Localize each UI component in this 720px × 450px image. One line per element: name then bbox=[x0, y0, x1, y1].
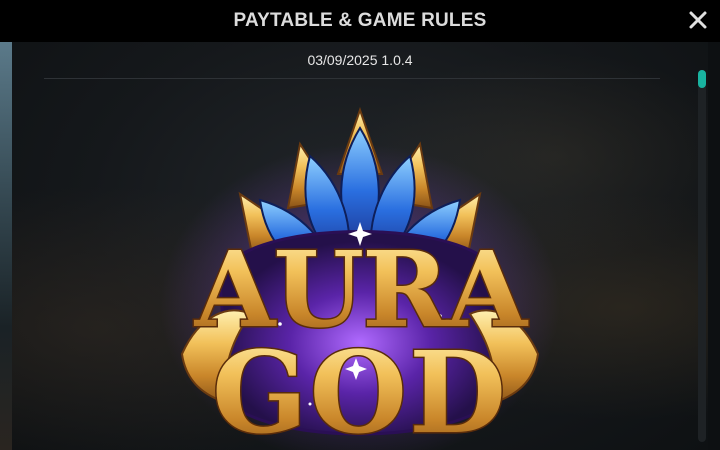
divider bbox=[44, 78, 660, 79]
version-label: 03/09/2025 1.0.4 bbox=[307, 52, 413, 68]
scrollbar-thumb[interactable] bbox=[698, 70, 706, 88]
logo-line-2: GOD bbox=[212, 328, 508, 450]
game-logo: AURA GOD bbox=[160, 104, 560, 450]
page-title: PAYTABLE & GAME RULES bbox=[233, 10, 487, 31]
close-button[interactable] bbox=[684, 6, 712, 34]
scrollbar-track[interactable] bbox=[698, 70, 706, 442]
background-left-strip bbox=[0, 42, 12, 450]
background-right-strip bbox=[708, 42, 720, 450]
header-bar: PAYTABLE & GAME RULES bbox=[0, 0, 720, 42]
rules-panel[interactable]: 03/09/2025 1.0.4 AURA GOD bbox=[12, 42, 708, 450]
close-icon bbox=[689, 11, 707, 29]
